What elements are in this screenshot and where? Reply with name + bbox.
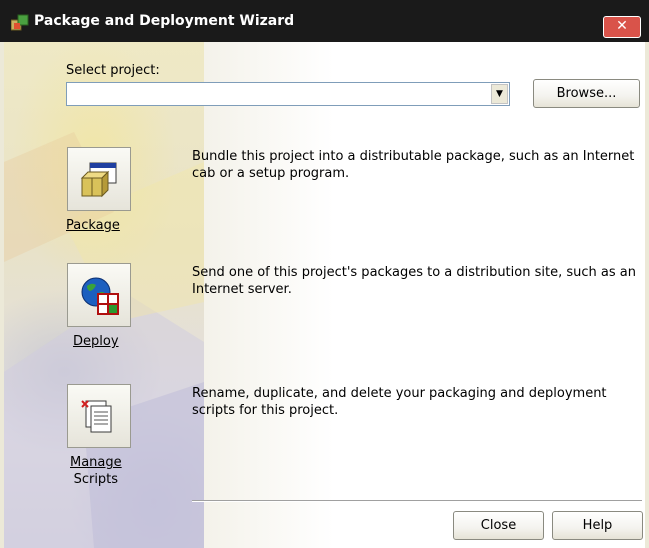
deploy-label: Deploy — [73, 334, 119, 349]
project-combobox[interactable]: ▼ — [66, 82, 510, 106]
manage-scripts-label: Manage Scripts — [70, 454, 122, 488]
package-description: Bundle this project into a distributable… — [192, 149, 635, 181]
help-button[interactable]: Help — [552, 511, 643, 540]
chevron-down-icon[interactable]: ▼ — [491, 84, 508, 104]
close-button-label: Close — [480, 518, 517, 533]
wizard-window: Package and Deployment Wizard ✕ Select p… — [0, 0, 649, 548]
package-button[interactable] — [67, 147, 131, 211]
window-title: Package and Deployment Wizard — [34, 13, 295, 29]
help-button-label: Help — [582, 518, 613, 533]
title-bar[interactable]: Package and Deployment Wizard ✕ — [0, 0, 649, 42]
deploy-description: Send one of this project's packages to a… — [192, 265, 636, 297]
deploy-globe-icon — [81, 277, 119, 315]
manage-scripts-label-line2: Scripts — [73, 472, 119, 487]
select-project-label: Select project: — [66, 63, 160, 78]
manage-scripts-button[interactable] — [67, 384, 131, 448]
browse-button-label: Browse... — [556, 86, 617, 101]
browse-button[interactable]: Browse... — [533, 79, 640, 108]
wizard-body: Select project: ▼ Browse... Package Bund… — [4, 42, 645, 548]
deploy-button[interactable] — [67, 263, 131, 327]
close-icon[interactable]: ✕ — [603, 16, 641, 38]
scripts-icon — [81, 400, 112, 433]
package-wizard-icon — [11, 14, 29, 31]
manage-scripts-label-line1: Manage — [70, 455, 122, 470]
footer-divider — [192, 500, 642, 502]
package-label: Package — [66, 218, 120, 233]
close-button[interactable]: Close — [453, 511, 544, 540]
manage-scripts-description: Rename, duplicate, and delete your packa… — [192, 386, 607, 418]
package-icon — [80, 162, 117, 198]
